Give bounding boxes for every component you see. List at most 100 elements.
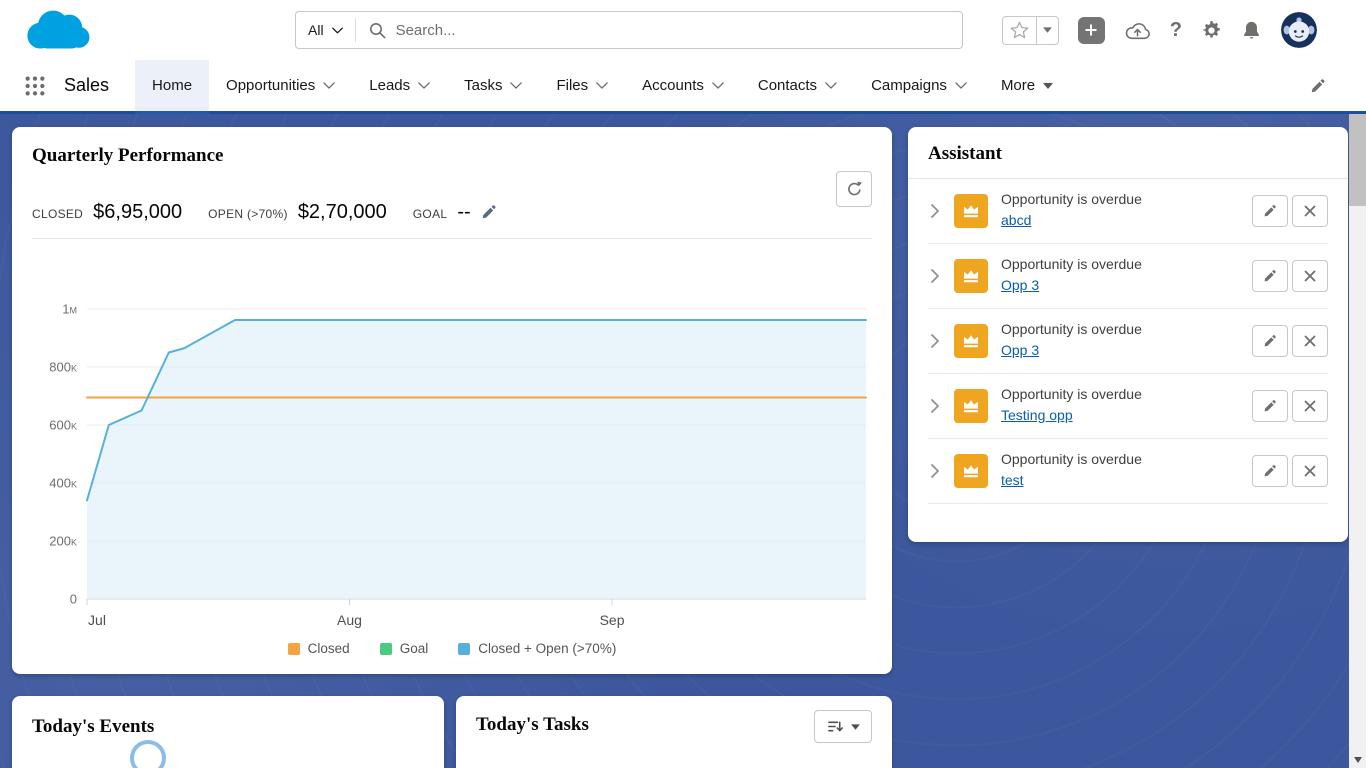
opportunity-icon-badge [954, 193, 988, 228]
app-navigation-bar: Sales Home Opportunities Leads Tasks Fil… [0, 60, 1366, 114]
refresh-button[interactable] [836, 171, 872, 207]
opportunity-link[interactable]: Opp 3 [1001, 277, 1039, 293]
pencil-icon [481, 204, 497, 220]
expand-chevron-button[interactable] [931, 464, 939, 478]
chevron-down-icon[interactable] [596, 82, 608, 89]
scrollbar-thumb[interactable] [1349, 114, 1366, 206]
tab-contacts[interactable]: Contacts [741, 60, 854, 111]
edit-goal-button[interactable] [481, 204, 497, 220]
user-avatar[interactable] [1281, 12, 1317, 48]
close-icon [1304, 205, 1316, 217]
dismiss-button[interactable] [1292, 324, 1328, 357]
help-button[interactable]: ? [1170, 20, 1182, 40]
opportunity-link[interactable]: abcd [1001, 212, 1031, 228]
favorites-dropdown-button[interactable] [1035, 16, 1058, 44]
tab-leads[interactable]: Leads [352, 60, 447, 111]
assistant-item-text: Opportunity is overdue test [1001, 451, 1252, 490]
salesforce-cloud-icon [27, 10, 90, 49]
tab-home[interactable]: Home [135, 60, 210, 114]
search-scope-dropdown[interactable]: All [296, 12, 355, 48]
legend-label: Closed [307, 641, 350, 656]
assistant-item: Opportunity is overdue test [928, 439, 1328, 504]
global-search: All [295, 11, 963, 49]
tab-files[interactable]: Files [539, 60, 625, 111]
caret-down-icon [1043, 83, 1053, 89]
crown-icon [961, 201, 981, 221]
assistant-item: Opportunity is overdue Testing opp [928, 374, 1328, 439]
notifications-button[interactable] [1241, 20, 1262, 41]
close-icon [1304, 270, 1316, 282]
svg-text:600K: 600K [49, 418, 77, 433]
expand-chevron-button[interactable] [931, 204, 939, 218]
opportunity-link[interactable]: Testing opp [1001, 407, 1073, 423]
dismiss-button[interactable] [1292, 454, 1328, 487]
tab-accounts[interactable]: Accounts [625, 60, 741, 111]
chevron-down-icon[interactable] [323, 82, 335, 89]
edit-button[interactable] [1252, 259, 1288, 292]
stat-value-goal: -- [457, 201, 471, 223]
guidance-center-button[interactable] [1124, 21, 1151, 40]
tab-label: Opportunities [226, 77, 316, 94]
assistant-item-text: Opportunity is overdue Opp 3 [1001, 321, 1252, 360]
chevron-down-icon[interactable] [510, 82, 522, 89]
item-message: Opportunity is overdue [1001, 191, 1142, 207]
caret-down-icon [851, 724, 860, 730]
edit-button[interactable] [1252, 324, 1288, 357]
search-input[interactable] [395, 21, 962, 39]
scrollbar-down-button[interactable] [1349, 751, 1366, 768]
global-actions-button[interactable] [1077, 16, 1105, 44]
opportunity-link[interactable]: test [1001, 472, 1024, 488]
chevron-down-icon [332, 27, 343, 34]
chevron-down-icon[interactable] [825, 82, 837, 89]
tasks-sort-dropdown-button[interactable] [814, 710, 872, 743]
chevron-right-icon [931, 399, 939, 413]
dismiss-button[interactable] [1292, 389, 1328, 422]
legend-swatch-goal [379, 642, 392, 655]
refresh-icon [846, 181, 863, 198]
pencil-icon [1310, 78, 1326, 94]
pencil-icon [1263, 464, 1277, 478]
svg-text:Aug: Aug [337, 612, 362, 628]
stat-label-goal: GOAL [412, 207, 448, 221]
chevron-right-icon [931, 464, 939, 478]
tab-tasks[interactable]: Tasks [447, 60, 539, 111]
chevron-down-icon[interactable] [955, 82, 967, 89]
tab-opportunities[interactable]: Opportunities [209, 60, 352, 111]
crown-icon [961, 396, 981, 416]
app-launcher-button[interactable] [18, 69, 52, 103]
setup-button[interactable] [1201, 20, 1222, 41]
tab-label: Leads [369, 77, 411, 94]
vertical-scrollbar[interactable] [1349, 114, 1366, 768]
opportunity-icon-badge [954, 453, 988, 488]
cloud-upload-icon [1124, 21, 1151, 40]
expand-chevron-button[interactable] [931, 269, 939, 283]
dismiss-button[interactable] [1292, 194, 1328, 227]
favorites-star-button[interactable] [1003, 17, 1036, 44]
edit-button[interactable] [1252, 454, 1288, 487]
todays-events-card: Today's Events [12, 696, 444, 768]
legend-item-closed-open: Closed + Open (>70%) [458, 641, 616, 656]
assistant-item: Opportunity is overdue Opp 3 [928, 309, 1328, 374]
opportunity-icon-badge [954, 323, 988, 358]
performance-line-chart: 0 200K 400K 600K 800K 1M Jul Aug Sep [49, 302, 867, 628]
opportunity-link[interactable]: Opp 3 [1001, 342, 1039, 358]
tab-more[interactable]: More [984, 60, 1070, 111]
expand-chevron-button[interactable] [931, 334, 939, 348]
assistant-card: Assistant Opportunity is overdue abcd Op… [908, 127, 1348, 542]
edit-button[interactable] [1252, 194, 1288, 227]
search-scope-label: All [308, 22, 324, 38]
legend-item-closed: Closed [287, 641, 350, 656]
close-icon [1304, 335, 1316, 347]
tab-campaigns[interactable]: Campaigns [854, 60, 984, 111]
chevron-right-icon [931, 334, 939, 348]
expand-chevron-button[interactable] [931, 399, 939, 413]
svg-text:0: 0 [70, 592, 77, 607]
performance-stats: CLOSED $6,95,000 OPEN (>70%) $2,70,000 G… [32, 201, 872, 224]
chevron-down-icon[interactable] [712, 82, 724, 89]
edit-navigation-button[interactable] [1310, 60, 1326, 111]
stat-value-open: $2,70,000 [297, 201, 387, 223]
opportunity-icon-badge [954, 258, 988, 293]
edit-button[interactable] [1252, 389, 1288, 422]
dismiss-button[interactable] [1292, 259, 1328, 292]
chevron-down-icon[interactable] [418, 82, 430, 89]
